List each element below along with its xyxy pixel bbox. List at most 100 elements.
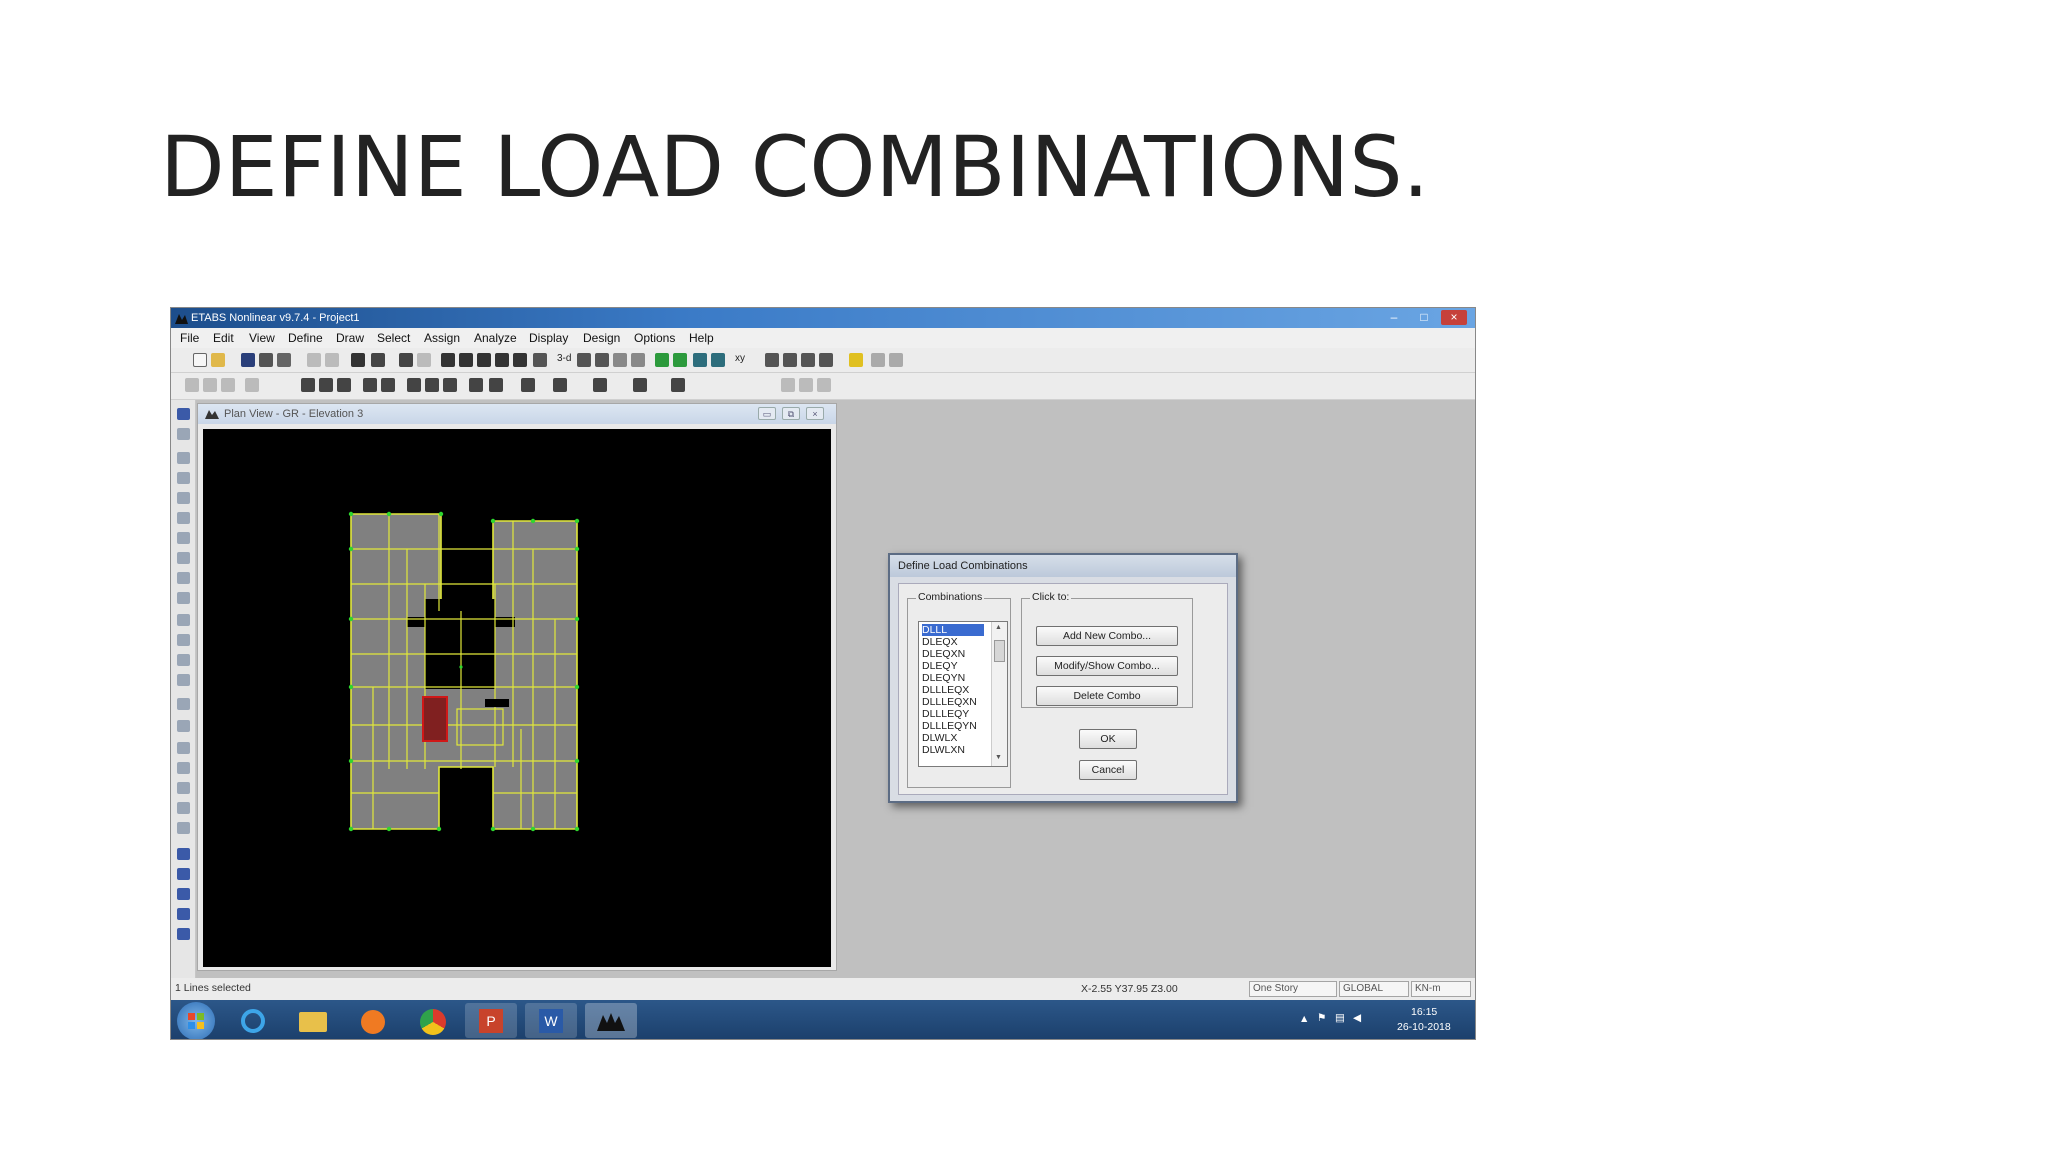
zoom-out-icon[interactable] [477,353,491,367]
list-item[interactable]: DLEQXN [922,648,984,660]
list-scrollbar[interactable]: ▲ ▼ [991,622,1007,766]
save-icon[interactable] [241,353,255,367]
menu-assign[interactable]: Assign [424,331,460,345]
menu-file[interactable]: File [180,331,199,345]
tray-expand-icon[interactable]: ▲ [1299,1013,1309,1025]
etabs-taskbar-item[interactable] [585,1003,637,1038]
column-tool-icon[interactable] [177,492,190,504]
menu-options[interactable]: Options [634,331,675,345]
list-item[interactable]: DLWLXN [922,744,984,756]
scroll-down-icon[interactable]: ▼ [995,754,1002,761]
object-shrink-icon[interactable] [693,353,707,367]
frame-icon[interactable] [765,353,779,367]
combinations-list[interactable]: DLLL DLEQX DLEQXN DLEQY DLEQYN DLLLEQX D… [918,621,1008,767]
reshape-tool-icon[interactable] [177,428,190,440]
pointer-icon[interactable] [177,408,190,420]
list-item[interactable]: DLEQX [922,636,984,648]
zoom-in-icon[interactable] [459,353,473,367]
deselect-icon[interactable] [221,378,235,392]
draw-beam-icon[interactable] [337,378,351,392]
zoom-window-icon[interactable] [441,353,455,367]
plan-restore-button[interactable]: ⧉ [782,407,800,420]
query-icon[interactable] [489,378,503,392]
snap-mid-icon[interactable] [177,762,190,774]
menu-define[interactable]: Define [288,331,323,345]
list-item[interactable]: DLEQY [922,660,984,672]
list-item[interactable]: DLWLX [922,732,984,744]
design-icon[interactable] [871,353,885,367]
taskbar-time[interactable]: 16:15 [1411,1006,1437,1018]
opening-tool-icon[interactable] [177,654,190,666]
list-item[interactable]: DLEQYN [922,672,984,684]
plan-view-icon[interactable] [577,353,591,367]
line-tool-icon[interactable] [177,452,190,464]
menu-select[interactable]: Select [377,331,410,345]
menu-help[interactable]: Help [689,331,714,345]
spring-icon[interactable] [633,378,647,392]
snap-extend-icon[interactable] [177,908,190,920]
diaphragm-icon[interactable] [671,378,685,392]
draw-rect-icon[interactable] [425,378,439,392]
draw-line-icon[interactable] [301,378,315,392]
taskbar-date[interactable]: 26-10-2018 [1397,1021,1451,1033]
slab-icon[interactable] [553,378,567,392]
rect-area-tool-icon[interactable] [177,572,190,584]
coordinate-xy-button[interactable]: xy [735,353,749,367]
list-item[interactable]: DLLLEQY [922,708,984,720]
brace-icon[interactable] [783,353,797,367]
support-icon[interactable] [593,378,607,392]
elevation-view-icon[interactable] [595,353,609,367]
add-new-combo-button[interactable]: Add New Combo... [1036,626,1178,646]
menu-draw[interactable]: Draw [336,331,364,345]
snap-intersect-icon[interactable] [177,848,190,860]
list-item[interactable]: DLLLEQXN [922,696,984,708]
modify-show-combo-button[interactable]: Modify/Show Combo... [1036,656,1178,676]
open-icon[interactable] [211,353,225,367]
list-item[interactable]: DLLLEQX [922,684,984,696]
dimension-icon[interactable] [469,378,483,392]
ie-taskbar-item[interactable] [227,1003,279,1038]
menu-display[interactable]: Display [529,331,568,345]
draw-area-icon[interactable] [363,378,377,392]
minimize-button[interactable]: – [1381,310,1407,325]
reshape-icon[interactable] [203,378,217,392]
media-player-taskbar-item[interactable] [347,1003,399,1038]
section-i-icon[interactable] [521,378,535,392]
new-icon[interactable] [193,353,207,367]
snap-grid-icon[interactable] [177,822,190,834]
check-icon[interactable] [889,353,903,367]
snap-perp-icon[interactable] [177,802,190,814]
print-icon[interactable] [259,353,273,367]
snap-tool-icon[interactable] [177,742,190,754]
member-icon[interactable] [819,353,833,367]
chrome-taskbar-item[interactable] [407,1003,459,1038]
brace-tool-icon[interactable] [177,472,190,484]
snap-parallel-icon[interactable] [177,928,190,940]
analysis-icon[interactable] [781,378,795,392]
maximize-button[interactable]: □ [1411,310,1437,325]
wall-tool-icon[interactable] [177,614,190,626]
area-tool-icon[interactable] [177,552,190,564]
results-icon[interactable] [799,378,813,392]
tray-flag-icon[interactable]: ⚑ [1317,1012,1326,1024]
reference-tool-icon[interactable] [177,720,190,732]
select-pointer-icon[interactable] [185,378,199,392]
scroll-up-icon[interactable]: ▲ [995,624,1002,631]
section-cut-tool-icon[interactable] [177,674,190,686]
plan-view-window[interactable]: Plan View - GR - Elevation 3 ▭ ⧉ × [197,403,837,971]
delete-combo-button[interactable]: Delete Combo [1036,686,1178,706]
draw-opening-icon[interactable] [407,378,421,392]
redo-icon[interactable] [325,353,339,367]
plan-minimize-button[interactable]: ▭ [758,407,776,420]
lock-icon[interactable] [371,353,385,367]
cross-tool-icon[interactable] [177,532,190,544]
perspective-icon[interactable] [631,353,645,367]
model-canvas[interactable] [203,429,831,967]
menu-analyze[interactable]: Analyze [474,331,517,345]
list-item[interactable]: DLLLEQYN [922,720,984,732]
list-item[interactable]: DLLL [922,624,984,636]
pan-icon[interactable] [533,353,547,367]
story-select[interactable]: One Story [1249,981,1337,997]
move-up-icon[interactable] [655,353,669,367]
beam-tool-icon[interactable] [177,512,190,524]
